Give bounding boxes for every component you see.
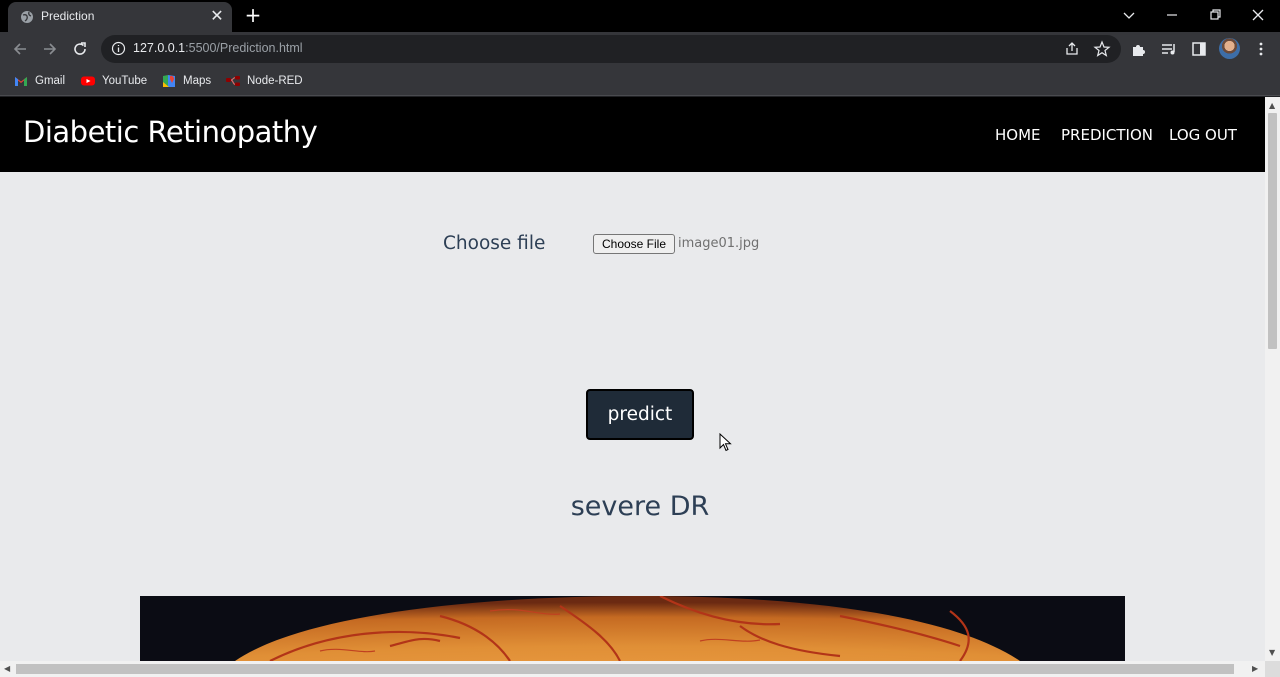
horizontal-scrollbar[interactable]: ◀ ▶ bbox=[0, 661, 1265, 677]
gmail-icon bbox=[15, 77, 27, 86]
predict-button[interactable]: predict bbox=[586, 389, 694, 440]
bookmark-label: Node-RED bbox=[247, 75, 303, 87]
nav-home[interactable]: HOME bbox=[995, 126, 1041, 144]
address-bar[interactable]: 127.0.0.1:5500/Prediction.html bbox=[101, 35, 1121, 63]
restore-icon[interactable] bbox=[1204, 4, 1226, 26]
scroll-up-icon[interactable]: ▲ bbox=[1269, 101, 1275, 111]
bookmark-node-red[interactable]: Node-RED bbox=[225, 72, 303, 90]
new-tab-icon[interactable]: + bbox=[243, 5, 263, 25]
globe-icon bbox=[21, 11, 33, 23]
bookmark-label: YouTube bbox=[102, 75, 148, 87]
mouse-cursor-icon bbox=[719, 433, 732, 452]
scroll-down-icon[interactable]: ▼ bbox=[1269, 648, 1275, 658]
nav-prediction[interactable]: PREDICTION bbox=[1061, 126, 1153, 144]
bookmark-label: Maps bbox=[183, 75, 212, 87]
browser-tab[interactable]: Prediction ✕ bbox=[8, 2, 232, 32]
scroll-left-icon[interactable]: ◀ bbox=[4, 664, 10, 674]
media-queue-icon[interactable] bbox=[1160, 40, 1178, 58]
bookmarks-bar: Gmail YouTube Maps Node-RED bbox=[0, 66, 1280, 96]
node-red-icon bbox=[226, 76, 240, 86]
prediction-result: severe DR bbox=[570, 491, 710, 522]
profile-avatar[interactable] bbox=[1219, 38, 1240, 59]
bookmark-youtube[interactable]: YouTube bbox=[80, 72, 147, 90]
back-icon[interactable] bbox=[10, 39, 30, 59]
tab-title: Prediction bbox=[41, 9, 95, 23]
forward-icon[interactable] bbox=[40, 39, 60, 59]
horizontal-scroll-thumb[interactable] bbox=[16, 664, 1234, 674]
vertical-scrollbar[interactable]: ▲ ▼ bbox=[1265, 97, 1280, 661]
extensions-icon[interactable] bbox=[1130, 40, 1148, 58]
browser-toolbar: 127.0.0.1:5500/Prediction.html bbox=[0, 32, 1280, 66]
page-viewport: Diabetic Retinopathy HOME PREDICTION LOG… bbox=[0, 97, 1265, 661]
minimize-icon[interactable] bbox=[1161, 4, 1183, 26]
tab-close-icon[interactable]: ✕ bbox=[208, 7, 226, 25]
scrollbar-corner bbox=[1265, 661, 1280, 677]
site-brand[interactable]: Diabetic Retinopathy bbox=[23, 115, 318, 149]
site-navbar: Diabetic Retinopathy HOME PREDICTION LOG… bbox=[0, 97, 1265, 172]
choose-file-button[interactable]: Choose File bbox=[593, 234, 675, 254]
bookmark-label: Gmail bbox=[35, 75, 66, 87]
share-icon[interactable] bbox=[1063, 40, 1081, 58]
reload-icon[interactable] bbox=[70, 39, 90, 59]
info-icon[interactable] bbox=[111, 41, 126, 56]
youtube-icon bbox=[81, 76, 95, 86]
side-panel-icon[interactable] bbox=[1190, 40, 1208, 58]
bookmark-star-icon[interactable] bbox=[1093, 40, 1111, 58]
tab-strip: Prediction ✕ + bbox=[0, 0, 1280, 32]
scroll-right-icon[interactable]: ▶ bbox=[1252, 664, 1258, 674]
vertical-scroll-thumb[interactable] bbox=[1268, 113, 1277, 349]
fundus-photo bbox=[140, 596, 1125, 661]
url-text[interactable]: 127.0.0.1:5500/Prediction.html bbox=[133, 41, 303, 55]
close-window-icon[interactable] bbox=[1247, 4, 1269, 26]
tab-search-icon[interactable] bbox=[1118, 4, 1140, 26]
maps-icon bbox=[163, 75, 175, 87]
bookmark-gmail[interactable]: Gmail bbox=[13, 72, 65, 90]
nav-logout[interactable]: LOG OUT bbox=[1169, 126, 1237, 144]
bookmark-maps[interactable]: Maps bbox=[161, 72, 211, 90]
retina-fundus-image bbox=[140, 596, 1125, 661]
menu-kebab-icon[interactable] bbox=[1252, 40, 1270, 58]
selected-file-name: image01.jpg bbox=[678, 236, 760, 251]
file-input-label: Choose file bbox=[443, 233, 546, 254]
